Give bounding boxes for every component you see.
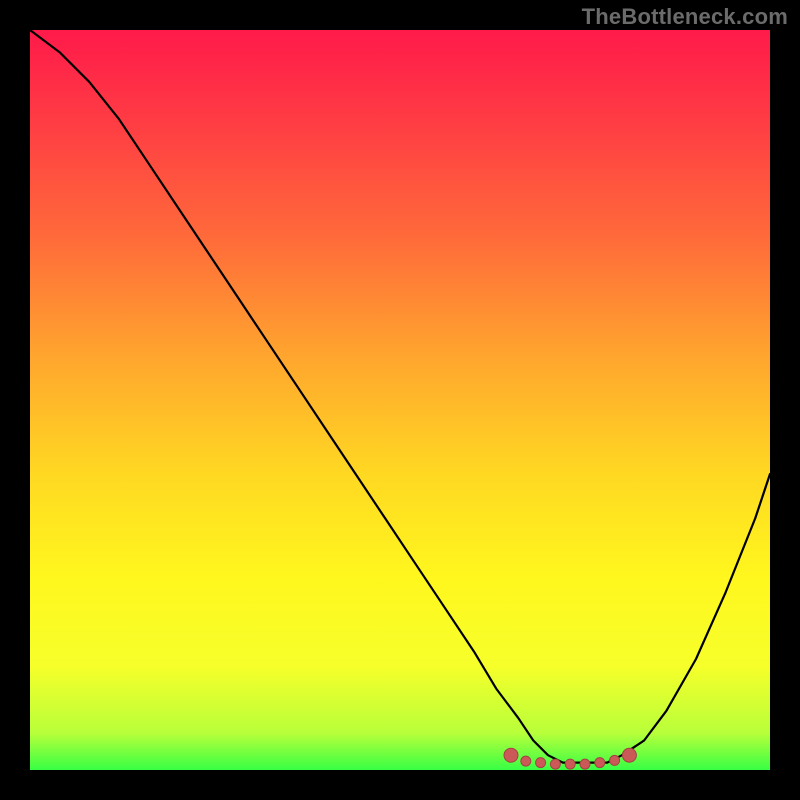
plot-area [30, 30, 770, 770]
optimal-marker [580, 759, 590, 769]
optimal-marker [610, 755, 620, 765]
optimal-marker [595, 758, 605, 768]
optimal-marker [521, 756, 531, 766]
chart-svg [30, 30, 770, 770]
optimal-marker [504, 748, 518, 762]
optimal-marker [550, 759, 560, 769]
gradient-background [30, 30, 770, 770]
optimal-marker [622, 748, 636, 762]
optimal-marker [536, 758, 546, 768]
optimal-marker [565, 759, 575, 769]
chart-stage: TheBottleneck.com [0, 0, 800, 800]
watermark-text: TheBottleneck.com [582, 4, 788, 30]
